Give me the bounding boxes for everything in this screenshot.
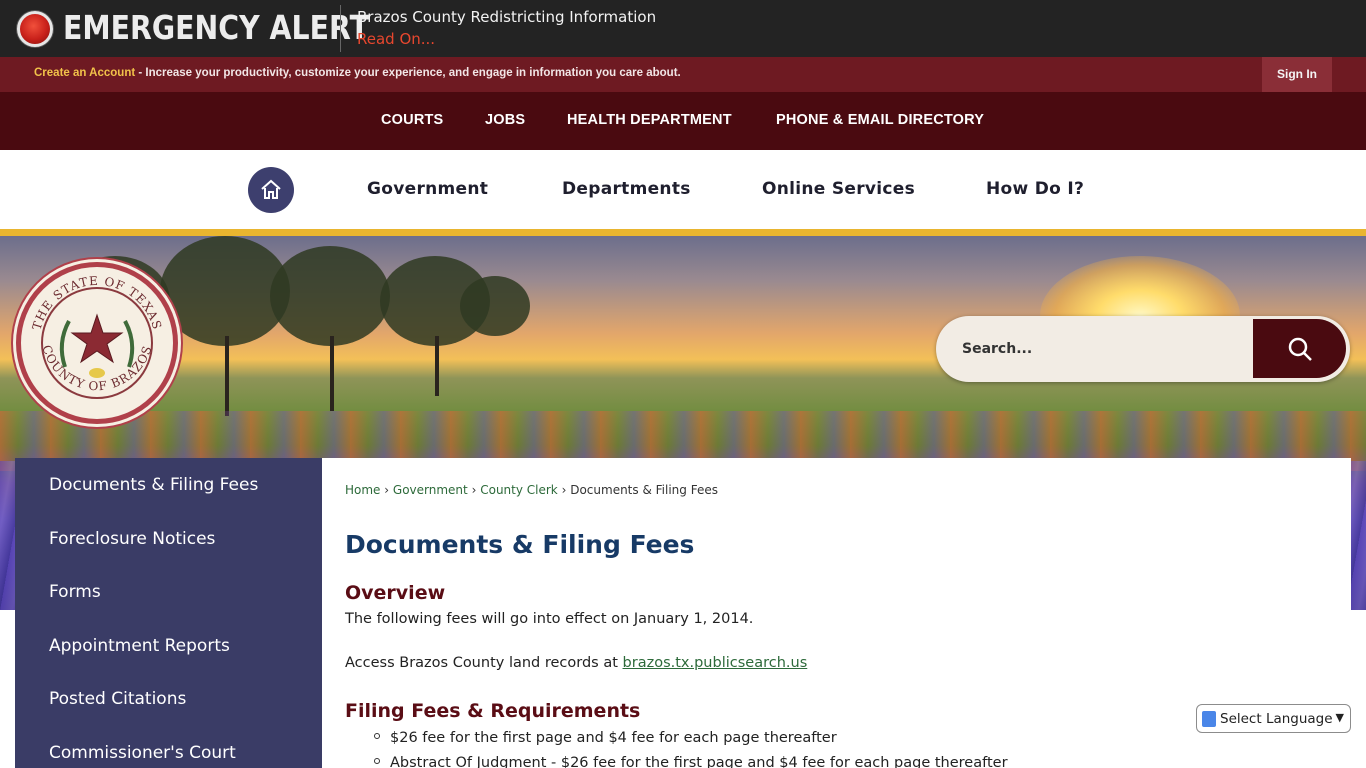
banner-trunk xyxy=(225,336,229,416)
seal-oak-branch xyxy=(123,320,135,368)
main-nav: Government Departments Online Services H… xyxy=(0,150,1366,229)
account-bar: Create an Account - Increase your produc… xyxy=(0,57,1366,92)
seal-emblem: THE STATE OF TEXAS COUNTY OF BRAZOS xyxy=(30,274,164,394)
breadcrumb-current: Documents & Filing Fees xyxy=(570,483,718,497)
breadcrumb-home[interactable]: Home xyxy=(345,483,380,497)
quick-link-health-department[interactable]: HEALTH DEPARTMENT xyxy=(567,112,732,128)
quick-link-jobs[interactable]: JOBS xyxy=(485,112,525,128)
seal-ribbon xyxy=(89,368,105,378)
nav-departments[interactable]: Departments xyxy=(562,179,691,199)
sidebar-item-documents-filing-fees[interactable]: Documents & Filing Fees xyxy=(49,475,258,495)
access-records-text: Access Brazos County land records at bra… xyxy=(345,655,807,671)
alert-divider xyxy=(340,5,341,52)
breadcrumb-separator: › xyxy=(471,483,477,497)
breadcrumb-separator: › xyxy=(384,483,390,497)
alert-siren-icon xyxy=(17,11,53,47)
page-title: Documents & Filing Fees xyxy=(345,530,695,559)
list-item: $26 fee for the first page and $4 fee fo… xyxy=(374,730,837,746)
banner-trunk xyxy=(435,336,439,396)
breadcrumb-separator: › xyxy=(561,483,567,497)
seal-star-icon xyxy=(70,313,124,364)
quick-links-nav: COURTS JOBS HEALTH DEPARTMENT PHONE & EM… xyxy=(0,92,1366,150)
filing-fees-heading: Filing Fees & Requirements xyxy=(345,700,641,722)
chevron-down-icon: ▼ xyxy=(1335,711,1344,724)
gold-stripe xyxy=(0,229,1366,236)
sidebar-item-commissioners-court[interactable]: Commissioner's Court xyxy=(49,743,236,763)
search-button[interactable] xyxy=(1253,319,1346,378)
create-account-link[interactable]: Create an Account xyxy=(34,67,135,79)
sidebar-nav: Documents & Filing Fees Foreclosure Noti… xyxy=(15,458,322,768)
search-input[interactable] xyxy=(962,336,1242,362)
seal-olive-branch xyxy=(59,320,71,368)
alert-read-on-link[interactable]: Read On... xyxy=(357,30,435,48)
breadcrumb-county-clerk[interactable]: County Clerk xyxy=(480,483,558,497)
sidebar-item-forms[interactable]: Forms xyxy=(49,582,101,602)
language-select[interactable]: Select Language ▼ xyxy=(1196,704,1351,733)
banner-tree xyxy=(460,276,530,336)
emergency-alert-bar: EMERGENCY ALERT Brazos County Redistrict… xyxy=(0,0,1366,57)
quick-link-courts[interactable]: COURTS xyxy=(381,112,443,128)
breadcrumb: Home › Government › County Clerk › Docum… xyxy=(345,483,718,497)
list-item: Abstract Of Judgment - $26 fee for the f… xyxy=(374,755,1008,768)
nav-online-services[interactable]: Online Services xyxy=(762,179,915,199)
list-item-text: $26 fee for the first page and $4 fee fo… xyxy=(390,730,837,746)
nav-how-do-i[interactable]: How Do I? xyxy=(986,179,1084,199)
home-button[interactable] xyxy=(248,167,294,213)
account-promo-text: - Increase your productivity, customize … xyxy=(135,67,681,79)
nav-government[interactable]: Government xyxy=(367,179,488,199)
search-icon xyxy=(1288,337,1312,361)
sidebar-item-posted-citations[interactable]: Posted Citations xyxy=(49,689,186,709)
sidebar-item-foreclosure-notices[interactable]: Foreclosure Notices xyxy=(49,529,215,549)
bullet-icon xyxy=(374,758,380,764)
language-select-label: Select Language xyxy=(1220,711,1333,727)
overview-heading: Overview xyxy=(345,582,446,604)
banner-trunk xyxy=(330,336,334,411)
sign-in-button[interactable]: Sign In xyxy=(1262,57,1332,92)
bullet-icon xyxy=(374,733,380,739)
banner-tree xyxy=(270,246,390,346)
list-item-text: Abstract Of Judgment - $26 fee for the f… xyxy=(390,755,1008,768)
sidebar-item-appointment-reports[interactable]: Appointment Reports xyxy=(49,636,230,656)
publicsearch-link[interactable]: brazos.tx.publicsearch.us xyxy=(623,655,808,671)
quick-link-directory[interactable]: PHONE & EMAIL DIRECTORY xyxy=(776,112,984,128)
breadcrumb-government[interactable]: Government xyxy=(393,483,468,497)
access-records-label: Access Brazos County land records at xyxy=(345,655,623,671)
alert-headline[interactable]: Brazos County Redistricting Information xyxy=(357,8,656,26)
home-icon xyxy=(261,179,281,199)
google-translate-icon xyxy=(1202,711,1216,727)
county-seal-logo[interactable]: THE STATE OF TEXAS COUNTY OF BRAZOS xyxy=(16,262,178,424)
alert-title: EMERGENCY ALERT xyxy=(63,8,369,47)
overview-text: The following fees will go into effect o… xyxy=(345,611,754,627)
account-promo: Create an Account - Increase your produc… xyxy=(34,67,681,79)
